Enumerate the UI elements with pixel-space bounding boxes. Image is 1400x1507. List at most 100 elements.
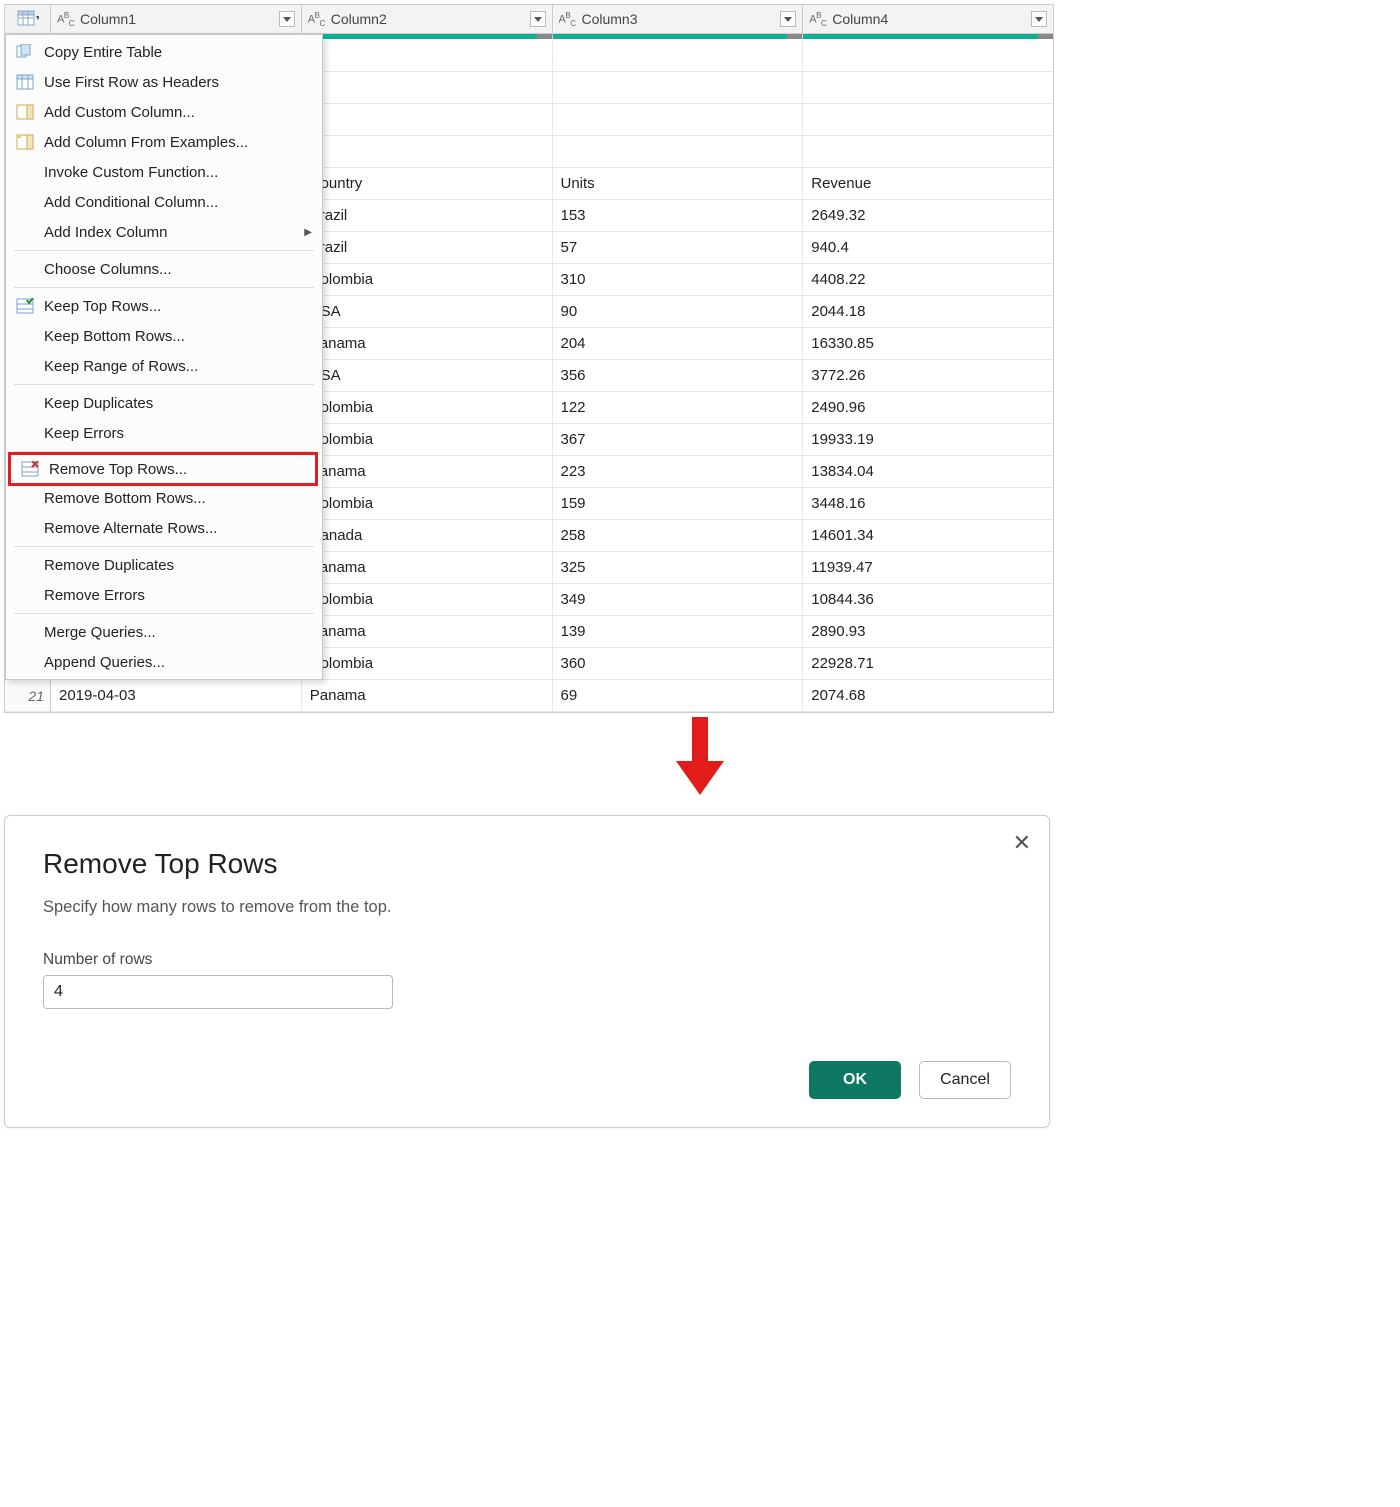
cell[interactable]: 349 bbox=[553, 584, 804, 616]
cell[interactable]: 204 bbox=[553, 328, 804, 360]
cell[interactable]: Colombia bbox=[302, 488, 553, 520]
filter-dropdown-icon[interactable] bbox=[1031, 11, 1047, 27]
cell[interactable]: 153 bbox=[553, 200, 804, 232]
cell[interactable]: 159 bbox=[553, 488, 804, 520]
cell[interactable]: 2649.32 bbox=[803, 200, 1053, 232]
menu-item-add-column-from-examples[interactable]: Add Column From Examples... bbox=[6, 127, 322, 157]
cell[interactable] bbox=[302, 72, 553, 104]
cell[interactable]: 223 bbox=[553, 456, 804, 488]
cell[interactable]: Canada bbox=[302, 520, 553, 552]
cell[interactable]: Panama bbox=[302, 328, 553, 360]
cell[interactable]: 16330.85 bbox=[803, 328, 1053, 360]
menu-item-use-first-row-as-headers[interactable]: Use First Row as Headers bbox=[6, 67, 322, 97]
menu-item-remove-alternate-rows[interactable]: Remove Alternate Rows... bbox=[6, 513, 322, 543]
cell[interactable]: Brazil bbox=[302, 232, 553, 264]
cell[interactable]: 14601.34 bbox=[803, 520, 1053, 552]
menu-item-keep-top-rows[interactable]: Keep Top Rows... bbox=[6, 291, 322, 321]
cell[interactable]: 2074.68 bbox=[803, 680, 1053, 712]
cell[interactable]: 2044.18 bbox=[803, 296, 1053, 328]
cell[interactable]: 3772.26 bbox=[803, 360, 1053, 392]
cell[interactable]: 13834.04 bbox=[803, 456, 1053, 488]
cell[interactable] bbox=[302, 40, 553, 72]
cell[interactable]: 19933.19 bbox=[803, 424, 1053, 456]
cell[interactable] bbox=[553, 104, 804, 136]
number-of-rows-input[interactable] bbox=[43, 975, 393, 1009]
cell[interactable]: Colombia bbox=[302, 648, 553, 680]
cell[interactable]: 325 bbox=[553, 552, 804, 584]
cell[interactable]: 90 bbox=[553, 296, 804, 328]
menu-item-keep-errors[interactable]: Keep Errors bbox=[6, 418, 322, 448]
column-header-4[interactable]: ABC Column4 bbox=[803, 5, 1053, 33]
cell[interactable]: Panama bbox=[302, 680, 553, 712]
cell[interactable] bbox=[302, 136, 553, 168]
cell[interactable]: 10844.36 bbox=[803, 584, 1053, 616]
cell[interactable]: Units bbox=[553, 168, 804, 200]
filter-dropdown-icon[interactable] bbox=[279, 11, 295, 27]
cell[interactable]: Panama bbox=[302, 552, 553, 584]
cell[interactable]: 11939.47 bbox=[803, 552, 1053, 584]
cell[interactable]: 940.4 bbox=[803, 232, 1053, 264]
cell[interactable]: 356 bbox=[553, 360, 804, 392]
menu-item-merge-queries[interactable]: Merge Queries... bbox=[6, 617, 322, 647]
menu-item-remove-top-rows[interactable]: Remove Top Rows... bbox=[8, 452, 318, 486]
cell[interactable] bbox=[553, 40, 804, 72]
cell[interactable]: 258 bbox=[553, 520, 804, 552]
cancel-button[interactable]: Cancel bbox=[919, 1061, 1011, 1099]
menu-item-add-index-column[interactable]: Add Index Column▶ bbox=[6, 217, 322, 247]
menu-item-choose-columns[interactable]: Choose Columns... bbox=[6, 254, 322, 284]
close-icon[interactable]: ✕ bbox=[1013, 830, 1031, 856]
cell[interactable]: 310 bbox=[553, 264, 804, 296]
cell[interactable]: 2490.96 bbox=[803, 392, 1053, 424]
cell[interactable]: Revenue bbox=[803, 168, 1053, 200]
filter-dropdown-icon[interactable] bbox=[780, 11, 796, 27]
menu-item-append-queries[interactable]: Append Queries... bbox=[6, 647, 322, 677]
table-row[interactable]: 212019-04-03Panama692074.68 bbox=[5, 680, 1053, 712]
cell[interactable] bbox=[553, 72, 804, 104]
cell[interactable]: Colombia bbox=[302, 584, 553, 616]
dialog-description: Specify how many rows to remove from the… bbox=[43, 898, 1011, 917]
cell[interactable] bbox=[803, 104, 1053, 136]
cell[interactable]: 69 bbox=[553, 680, 804, 712]
column-header-3[interactable]: ABC Column3 bbox=[553, 5, 804, 33]
cell[interactable]: Country bbox=[302, 168, 553, 200]
cell[interactable]: 3448.16 bbox=[803, 488, 1053, 520]
menu-item-remove-errors[interactable]: Remove Errors bbox=[6, 580, 322, 610]
cell[interactable] bbox=[803, 40, 1053, 72]
cell[interactable]: 139 bbox=[553, 616, 804, 648]
column-name: Column2 bbox=[331, 11, 387, 27]
cell[interactable]: 2890.93 bbox=[803, 616, 1053, 648]
menu-item-add-custom-column[interactable]: Add Custom Column... bbox=[6, 97, 322, 127]
cell[interactable]: 2019-04-03 bbox=[51, 680, 302, 712]
cell[interactable]: 360 bbox=[553, 648, 804, 680]
cell[interactable]: Panama bbox=[302, 456, 553, 488]
ok-button[interactable]: OK bbox=[809, 1061, 901, 1099]
cell[interactable]: 22928.71 bbox=[803, 648, 1053, 680]
cell[interactable] bbox=[803, 72, 1053, 104]
menu-item-keep-range-of-rows[interactable]: Keep Range of Rows... bbox=[6, 351, 322, 381]
cell[interactable]: Colombia bbox=[302, 392, 553, 424]
menu-item-copy-entire-table[interactable]: Copy Entire Table bbox=[6, 37, 322, 67]
cell[interactable]: Panama bbox=[302, 616, 553, 648]
cell[interactable]: Colombia bbox=[302, 264, 553, 296]
cell[interactable]: 4408.22 bbox=[803, 264, 1053, 296]
menu-item-keep-bottom-rows[interactable]: Keep Bottom Rows... bbox=[6, 321, 322, 351]
cell[interactable]: 57 bbox=[553, 232, 804, 264]
cell[interactable]: 122 bbox=[553, 392, 804, 424]
cell[interactable]: Colombia bbox=[302, 424, 553, 456]
column-header-2[interactable]: ABC Column2 bbox=[302, 5, 553, 33]
menu-item-remove-duplicates[interactable]: Remove Duplicates bbox=[6, 550, 322, 580]
cell[interactable]: USA bbox=[302, 296, 553, 328]
menu-item-invoke-custom-function[interactable]: Invoke Custom Function... bbox=[6, 157, 322, 187]
cell[interactable] bbox=[553, 136, 804, 168]
cell[interactable]: 367 bbox=[553, 424, 804, 456]
column-header-1[interactable]: ABC Column1 bbox=[51, 5, 302, 33]
cell[interactable] bbox=[803, 136, 1053, 168]
table-menu-button[interactable] bbox=[5, 5, 51, 33]
cell[interactable] bbox=[302, 104, 553, 136]
menu-item-keep-duplicates[interactable]: Keep Duplicates bbox=[6, 388, 322, 418]
cell[interactable]: USA bbox=[302, 360, 553, 392]
menu-item-remove-bottom-rows[interactable]: Remove Bottom Rows... bbox=[6, 483, 322, 513]
filter-dropdown-icon[interactable] bbox=[530, 11, 546, 27]
menu-item-add-conditional-column[interactable]: Add Conditional Column... bbox=[6, 187, 322, 217]
cell[interactable]: Brazil bbox=[302, 200, 553, 232]
